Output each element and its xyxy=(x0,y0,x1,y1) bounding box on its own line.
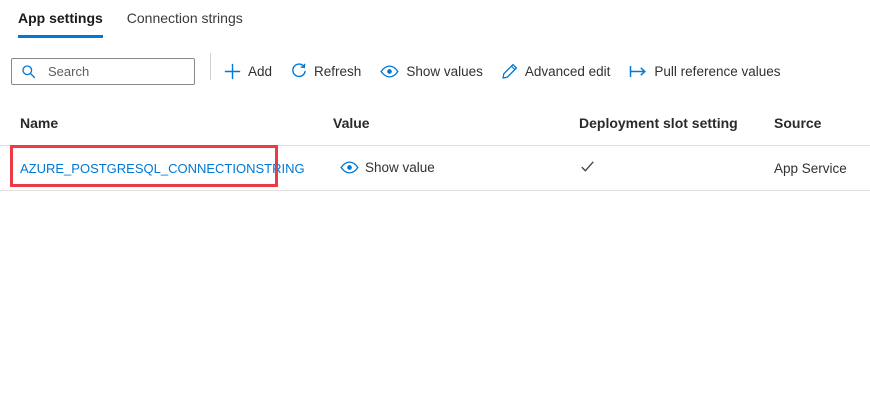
column-header-name: Name xyxy=(20,115,333,131)
plus-icon xyxy=(224,63,241,80)
setting-name-link[interactable]: AZURE_POSTGRESQL_CONNECTIONSTRING xyxy=(20,161,305,176)
search-input[interactable] xyxy=(46,63,166,80)
maps-to-arrow-icon xyxy=(629,65,647,78)
source-cell: App Service xyxy=(774,161,870,176)
pull-reference-values-button[interactable]: Pull reference values xyxy=(629,64,780,79)
refresh-icon xyxy=(291,63,307,79)
name-cell: AZURE_POSTGRESQL_CONNECTIONSTRING xyxy=(20,161,333,176)
pull-reference-values-label: Pull reference values xyxy=(654,64,780,79)
advanced-edit-button[interactable]: Advanced edit xyxy=(502,63,611,79)
tab-bar: App settings Connection strings xyxy=(0,0,870,38)
show-value-button[interactable]: Show value xyxy=(333,160,435,175)
add-button[interactable]: Add xyxy=(224,63,272,80)
checkmark-icon xyxy=(579,158,596,175)
tab-connection-strings[interactable]: Connection strings xyxy=(127,9,243,38)
tab-app-settings[interactable]: App settings xyxy=(18,9,103,38)
deployment-slot-setting-cell xyxy=(579,158,774,178)
search-icon xyxy=(21,64,36,79)
column-header-value: Value xyxy=(333,115,579,131)
add-label: Add xyxy=(248,64,272,79)
column-header-deployment-slot-setting: Deployment slot setting xyxy=(579,115,774,131)
command-bar: Add Refresh Show values Advanced edit xyxy=(0,57,870,85)
show-values-button[interactable]: Show values xyxy=(380,64,483,79)
table-header-row: Name Value Deployment slot setting Sourc… xyxy=(0,101,870,146)
search-box[interactable] xyxy=(11,58,195,85)
eye-icon xyxy=(340,161,359,174)
value-cell: Show value xyxy=(333,160,579,177)
toolbar-divider xyxy=(210,53,211,80)
show-value-label: Show value xyxy=(365,160,435,175)
refresh-button[interactable]: Refresh xyxy=(291,63,361,79)
show-values-label: Show values xyxy=(406,64,483,79)
advanced-edit-label: Advanced edit xyxy=(525,64,611,79)
table-row: AZURE_POSTGRESQL_CONNECTIONSTRING Show v… xyxy=(0,146,870,191)
pencil-icon xyxy=(502,63,518,79)
eye-icon xyxy=(380,65,399,78)
column-header-source: Source xyxy=(774,115,870,131)
refresh-label: Refresh xyxy=(314,64,361,79)
app-settings-table: Name Value Deployment slot setting Sourc… xyxy=(0,101,870,191)
